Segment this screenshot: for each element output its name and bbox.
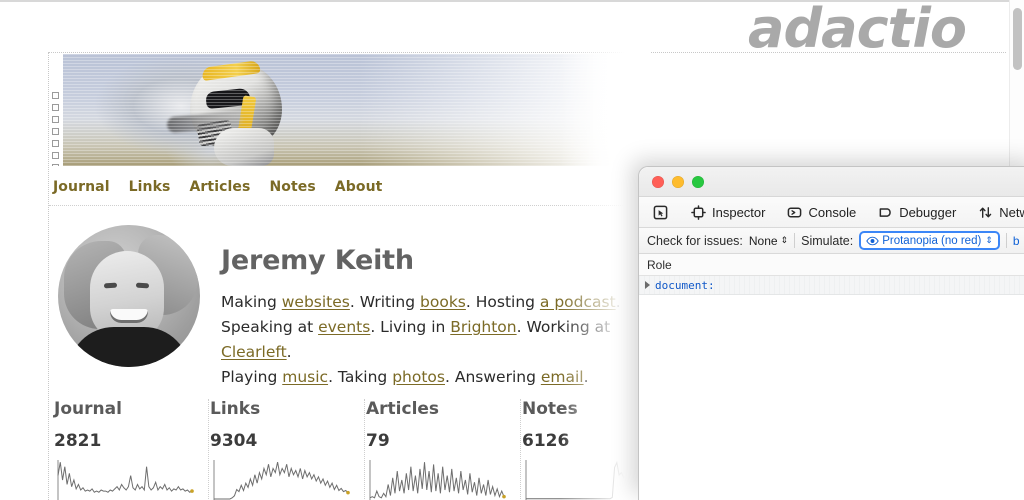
banner-image (49, 54, 631, 166)
tab-element-selector[interactable] (647, 197, 676, 228)
stat-card-links[interactable]: Links 9304 (209, 399, 365, 500)
stat-count: 79 (366, 431, 508, 451)
check-for-issues-label: Check for issues: (647, 234, 743, 248)
close-button[interactable] (652, 176, 664, 188)
accessibility-tree-body (639, 295, 1024, 500)
profile-bio: Jeremy Keith Making websites. Writing bo… (221, 245, 641, 390)
bio-link-photos[interactable]: photos (392, 368, 445, 386)
toolbar-divider (794, 233, 795, 248)
stormtrooper-photo (63, 54, 631, 166)
check-for-issues-value: None (749, 234, 778, 248)
window-titlebar[interactable] (639, 167, 1024, 197)
table-row[interactable]: document: (639, 276, 1024, 295)
stat-title: Articles (366, 399, 508, 419)
shirt (68, 327, 190, 367)
eye-icon (866, 236, 878, 245)
check-for-issues-select[interactable]: None ⇕ (749, 234, 788, 248)
network-icon (978, 205, 993, 220)
bio-link-brighton[interactable]: Brighton (450, 318, 516, 336)
bio-line-2: Speaking at events. Living in Brighton. … (221, 315, 641, 365)
bio-link-events[interactable]: events (318, 318, 370, 336)
site-logo[interactable]: adactio (748, 2, 966, 56)
nav-item-journal[interactable]: Journal (53, 179, 110, 195)
chevron-updown-icon: ⇕ (781, 236, 789, 245)
tab-label: Console (808, 205, 856, 220)
sparkline-chart (54, 457, 196, 500)
nav-item-about[interactable]: About (335, 179, 383, 195)
simulate-label: Simulate: (801, 234, 853, 248)
avatar (58, 225, 200, 367)
bio-line-3: Playing music. Taking photos. Answering … (221, 365, 641, 390)
page-title: Jeremy Keith (221, 245, 641, 276)
stat-card-articles[interactable]: Articles 79 (365, 399, 521, 500)
stat-count: 9304 (210, 431, 352, 451)
row-label: document: (655, 279, 715, 292)
tab-label: Inspector (712, 205, 765, 220)
nav-divider (49, 205, 649, 206)
nav-item-articles[interactable]: Articles (189, 179, 250, 195)
bio-link-music[interactable]: music (282, 368, 328, 386)
nav-item-links[interactable]: Links (129, 179, 171, 195)
site-navigation[interactable]: Journal Links Articles Notes About (53, 178, 401, 195)
bio-link-books[interactable]: books (420, 293, 466, 311)
bio-link-clearleft[interactable]: Clearleft (221, 343, 287, 361)
eye-left (104, 283, 117, 289)
tab-console[interactable]: Console (776, 197, 867, 228)
inspector-tabbar[interactable]: Inspector Console Debugger (639, 197, 1024, 228)
nav-item-notes[interactable]: Notes (269, 179, 315, 195)
minimize-button[interactable] (672, 176, 684, 188)
bio-link-websites[interactable]: websites (282, 293, 350, 311)
tab-label: Network (999, 205, 1024, 220)
eye-right (136, 283, 149, 289)
bio-link-a-podcast[interactable]: a podcast (540, 293, 616, 311)
scrollbar-thumb[interactable] (1013, 8, 1022, 70)
simulate-select[interactable]: Protanopia (no red) ⇕ (859, 231, 1000, 250)
scanline-overlay (63, 54, 631, 166)
screenshot-root: adactio (0, 0, 1024, 500)
web-inspector-window: Inspector Console Debugger (638, 166, 1024, 500)
chevron-updown-icon: ⇕ (985, 236, 993, 245)
smile (110, 309, 148, 323)
tab-network[interactable]: Network (967, 197, 1024, 228)
column-header-role: Role (647, 258, 672, 272)
element-selector-icon (653, 205, 668, 220)
console-icon (787, 205, 802, 220)
stat-count: 2821 (54, 431, 196, 451)
toolbar-divider-2 (1006, 233, 1007, 248)
tab-label: Debugger (899, 205, 956, 220)
bio-line-1: Making websites. Writing books. Hosting … (221, 290, 641, 315)
disclosure-triangle-icon[interactable] (645, 281, 650, 289)
tab-debugger[interactable]: Debugger (867, 197, 967, 228)
simulate-value: Protanopia (no red) (882, 235, 981, 247)
inspector-icon (691, 205, 706, 220)
debugger-icon (878, 205, 893, 220)
bio-link-email[interactable]: email (541, 368, 584, 386)
stat-card-journal[interactable]: Journal 2821 (53, 399, 209, 500)
accessibility-toolbar[interactable]: Check for issues: None ⇕ Simulate: Prota… (639, 228, 1024, 254)
toolbar-trailing-link[interactable]: b (1013, 234, 1020, 248)
stat-title: Journal (54, 399, 196, 419)
image-loading-markers (49, 92, 62, 164)
zoom-button[interactable] (692, 176, 704, 188)
stats-row: Journal 2821 Links 9304 Articles 79 Note… (53, 399, 653, 500)
tab-inspector[interactable]: Inspector (680, 197, 776, 228)
stat-title: Links (210, 399, 352, 419)
sparkline-chart (366, 457, 508, 500)
accessibility-table-header: Role (639, 254, 1024, 276)
sparkline-chart (210, 457, 352, 500)
